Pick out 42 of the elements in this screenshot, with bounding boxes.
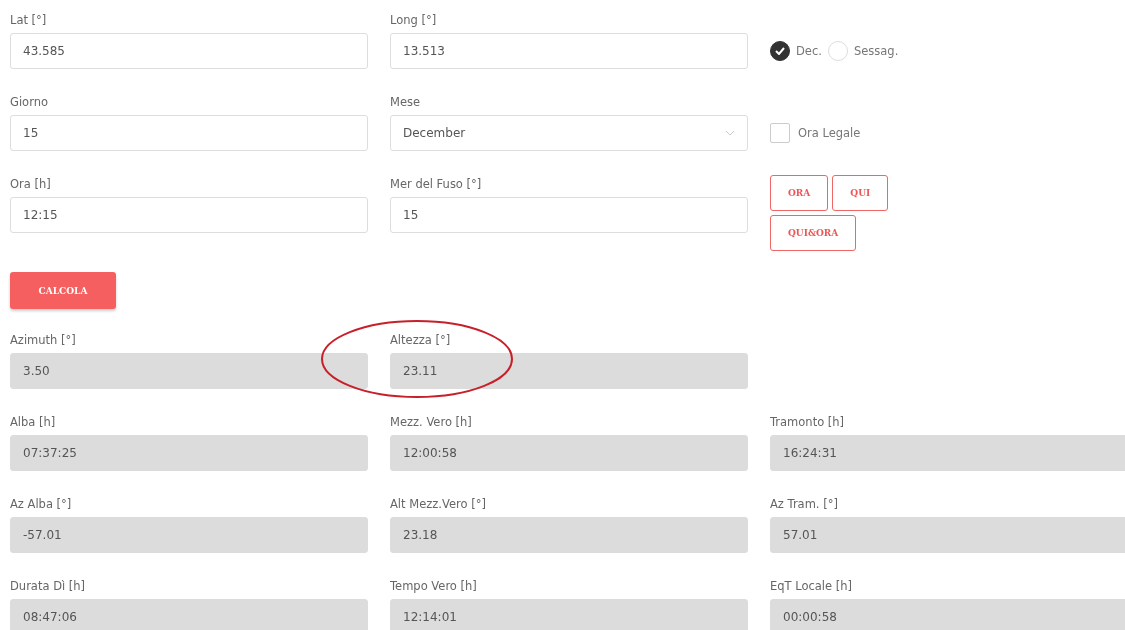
result-field: -57.01 [10, 517, 368, 553]
result-field: 08:47:06 [10, 599, 368, 630]
field-label: Tempo Vero [h] [390, 578, 477, 594]
field-label: Tramonto [h] [770, 414, 845, 430]
input-field[interactable]: 12:15 [10, 197, 368, 233]
action-button[interactable]: QUI [832, 175, 889, 211]
input-field[interactable]: 13.513 [390, 33, 748, 69]
field-label: Ora [h] [10, 176, 51, 192]
input-field[interactable]: 43.585 [10, 33, 368, 69]
radio-option[interactable]: Dec. [770, 41, 822, 61]
field-label: EqT Locale [h] [770, 578, 853, 594]
chevron-down-icon [725, 130, 735, 136]
field-label: Mezz. Vero [h] [390, 414, 472, 430]
input-field[interactable]: 15 [10, 115, 368, 151]
field-label: Az Alba [°] [10, 496, 72, 512]
result-field: 23.11 [390, 353, 748, 389]
field-label: Az Tram. [°] [770, 496, 838, 512]
result-field: 23.18 [390, 517, 748, 553]
action-button[interactable]: ORA [770, 175, 829, 211]
field-label: Altezza [°] [390, 332, 451, 348]
check-icon [775, 47, 785, 55]
checkbox[interactable] [770, 123, 790, 143]
result-field: 57.01 [770, 517, 1125, 553]
result-field: 07:37:25 [10, 435, 368, 471]
field-label: Alt Mezz.Vero [°] [390, 496, 486, 512]
result-field: 12:00:58 [390, 435, 748, 471]
field-label: Giorno [10, 94, 48, 110]
radio-option[interactable]: Sessag. [827, 41, 899, 61]
month-select[interactable]: December [390, 115, 748, 151]
field-label: Mer del Fuso [°] [390, 176, 482, 192]
input-field[interactable]: 15 [390, 197, 748, 233]
field-label: Azimuth [°] [10, 332, 76, 348]
result-field: 12:14:01 [390, 599, 748, 630]
result-field: 00:00:58 [770, 599, 1125, 630]
field-label: Alba [h] [10, 414, 56, 430]
result-field: 3.50 [10, 353, 368, 389]
checkbox-label: Ora Legale [798, 126, 861, 140]
result-field: 16:24:31 [770, 435, 1125, 471]
field-label: Lat [°] [10, 12, 47, 28]
field-label: Long [°] [390, 12, 437, 28]
field-label: Durata Dì [h] [10, 578, 86, 594]
field-label: Mese [390, 94, 421, 110]
